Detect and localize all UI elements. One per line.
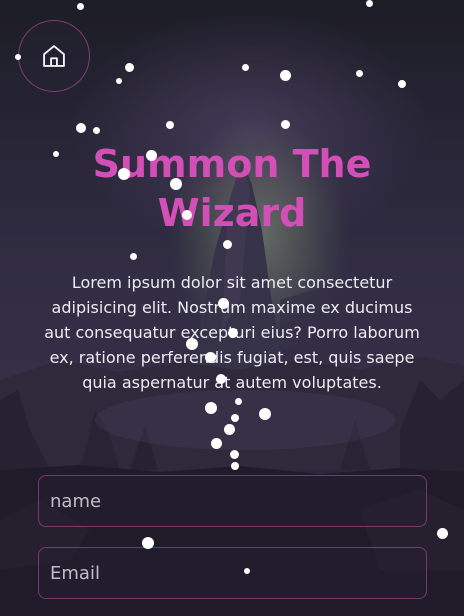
page-title: Summon The Wizard — [92, 142, 372, 235]
home-button[interactable] — [18, 20, 90, 92]
email-input[interactable] — [38, 547, 427, 599]
name-input[interactable] — [38, 475, 427, 527]
home-icon — [43, 45, 65, 67]
page-description: Lorem ipsum dolor sit amet consectetur a… — [44, 273, 420, 392]
